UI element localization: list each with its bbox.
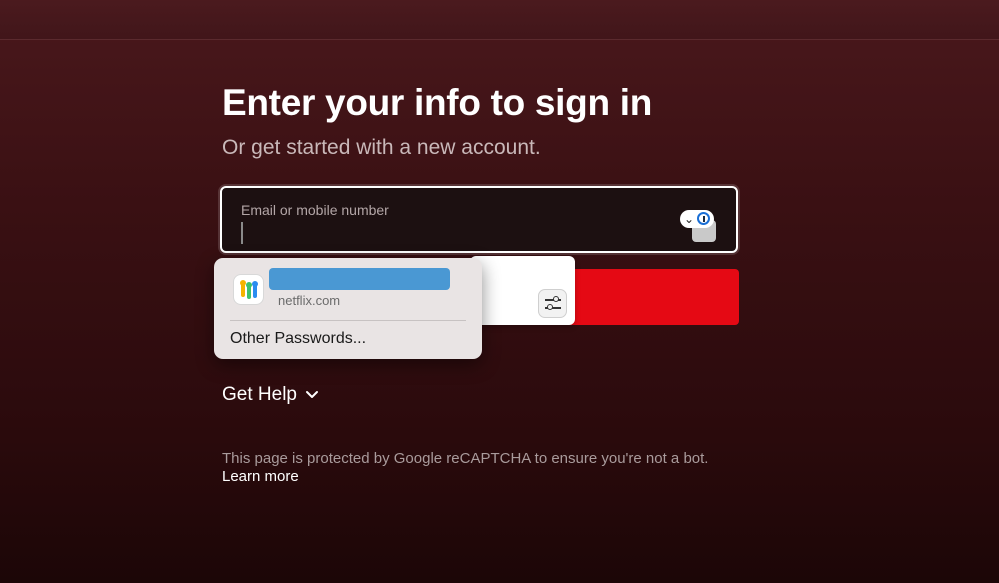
password-autofill-popup: netflix.com Other Passwords... bbox=[214, 258, 482, 359]
page-subtitle: Or get started with a new account. bbox=[222, 136, 541, 159]
recaptcha-notice: This page is protected by Google reCAPTC… bbox=[222, 450, 709, 467]
chevron-down-icon: ⌄ bbox=[684, 212, 695, 226]
saved-login-domain: netflix.com bbox=[278, 293, 341, 308]
text-caret bbox=[241, 222, 243, 244]
onepassword-icon bbox=[697, 212, 710, 225]
password-manager-icon[interactable]: ⌄ bbox=[680, 210, 716, 242]
saved-username-masked[interactable] bbox=[269, 268, 450, 290]
sign-in-button[interactable] bbox=[556, 269, 739, 325]
email-field[interactable]: Email or mobile number ⌄ bbox=[220, 186, 738, 253]
email-field-label: Email or mobile number bbox=[241, 202, 389, 218]
other-passwords-item[interactable]: Other Passwords... bbox=[230, 330, 366, 348]
chevron-down-icon bbox=[305, 391, 318, 398]
autofill-panel bbox=[470, 256, 575, 325]
sliders-icon[interactable] bbox=[538, 289, 567, 318]
get-help-label: Get Help bbox=[222, 384, 297, 405]
passwords-app-icon bbox=[233, 274, 264, 305]
page-title: Enter your info to sign in bbox=[222, 82, 653, 123]
get-help-toggle[interactable]: Get Help bbox=[222, 384, 319, 406]
learn-more-link[interactable]: Learn more bbox=[222, 468, 299, 485]
top-bar bbox=[0, 0, 999, 40]
divider bbox=[230, 320, 466, 321]
